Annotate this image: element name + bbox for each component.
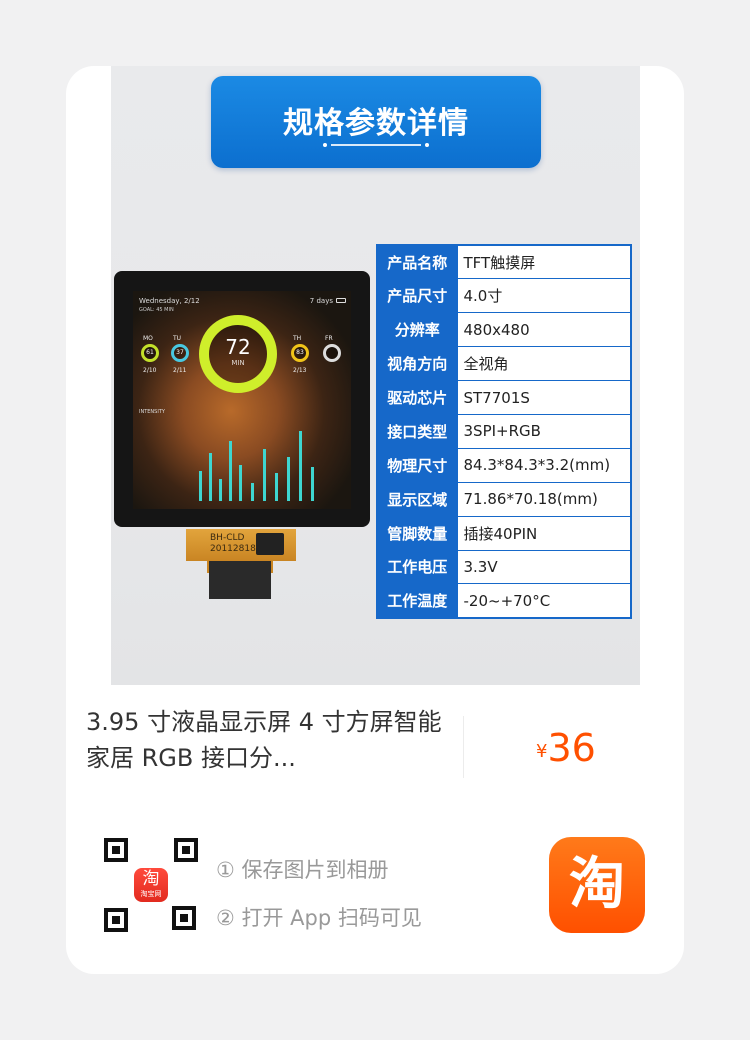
spec-table: 产品名称 TFT触摸屏 产品尺寸 4.0寸 分辨率 480x480 视角方向 全视角 驱… (376, 244, 632, 619)
spec-key: 工作温度 (376, 583, 458, 619)
screen-date: Wednesday, 2/12 (139, 297, 200, 305)
screen-intensity-label: INTENSITY (139, 409, 165, 415)
screen-goal: GOAL: 45 MIN (139, 307, 174, 313)
screen-day-date: 2/11 (173, 367, 187, 374)
fpc-chip (256, 533, 284, 555)
spec-banner: 规格参数详情 (211, 76, 541, 168)
lcd-module-photo: Wednesday, 2/12 GOAL: 45 MIN 7 days MO 6… (114, 271, 370, 527)
spec-key: 产品尺寸 (376, 278, 458, 314)
intensity-bar (229, 441, 232, 501)
screen-day-ring: 61 (141, 344, 159, 362)
fpc-label: BH-CLD 20112818 (210, 533, 256, 555)
spec-row: 工作温度 -20~+70°C (376, 583, 632, 619)
spec-value: 3.3V (456, 549, 632, 585)
screen-day-name: TH (293, 335, 302, 342)
qr-finder-mark (172, 906, 196, 930)
spec-value: 480x480 (456, 312, 632, 348)
taobao-badge-glyph: 淘 (142, 869, 160, 889)
intensity-bar (275, 473, 278, 501)
product-title[interactable]: 3.95 寸液晶显示屏 4 寸方屏智能家居 RGB 接口分... (86, 704, 456, 776)
screen-main-ring: 72 MIN (199, 315, 277, 393)
spec-key: 管脚数量 (376, 515, 458, 551)
qr-finder-mark (104, 908, 128, 932)
fpc-label-line2: 20112818 (210, 544, 256, 554)
share-step-1: ① 保存图片到相册 (216, 858, 389, 882)
banner-divider (323, 143, 429, 147)
spec-banner-title: 规格参数详情 (283, 106, 469, 141)
spec-value: 3SPI+RGB (456, 413, 632, 449)
spec-value: 4.0寸 (456, 278, 632, 314)
product-image[interactable]: 规格参数详情 Wednesday, 2/12 GOAL: 45 MIN 7 da… (111, 66, 640, 685)
qr-finder-mark (104, 838, 128, 862)
screen-main-value: 72 (225, 335, 251, 359)
intensity-bar (209, 453, 212, 501)
screen-day-date: 2/13 (293, 367, 307, 374)
intensity-bar (311, 467, 314, 501)
spec-value: ST7701S (456, 380, 632, 415)
spec-row: 分辨率 480x480 (376, 312, 632, 348)
title-price-divider (463, 716, 464, 778)
spec-key: 接口类型 (376, 413, 458, 449)
intensity-bar (239, 465, 242, 501)
price-currency: ¥ (536, 741, 548, 762)
spec-key: 显示区域 (376, 481, 458, 517)
fpc-tail (209, 561, 271, 599)
taobao-app-icon[interactable]: 淘 (549, 837, 645, 933)
spec-row: 产品名称 TFT触摸屏 (376, 244, 632, 280)
spec-row: 工作电压 3.3V (376, 549, 632, 585)
screen-day-ring: 37 (171, 344, 189, 362)
screen-day-date: 2/10 (143, 367, 157, 374)
share-steps: ① 保存图片到相册 ② 打开 App 扫码可见 (216, 846, 422, 942)
share-step-2: ② 打开 App 扫码可见 (216, 906, 422, 930)
spec-value: TFT触摸屏 (456, 244, 632, 280)
taobao-app-glyph: 淘 (569, 852, 625, 917)
taobao-badge-icon: 淘 淘宝网 (134, 868, 168, 902)
spec-row: 管脚数量 插接40PIN (376, 515, 632, 551)
price-value: 36 (547, 726, 596, 770)
spec-key: 视角方向 (376, 346, 458, 382)
intensity-bar (251, 483, 254, 501)
screen-days-label: 7 days (309, 297, 333, 305)
screen-main-unit: MIN (231, 359, 245, 367)
intensity-bars (195, 421, 325, 501)
fpc-label-line1: BH-CLD (210, 533, 245, 543)
spec-value: 84.3*84.3*3.2(mm) (456, 447, 632, 483)
battery-icon (336, 298, 346, 303)
spec-value: -20~+70°C (456, 583, 632, 619)
spec-key: 驱动芯片 (376, 380, 458, 415)
spec-value: 插接40PIN (456, 515, 632, 551)
spec-key: 物理尺寸 (376, 447, 458, 483)
spec-value: 全视角 (456, 346, 632, 382)
qr-finder-mark (174, 838, 198, 862)
intensity-bar (199, 471, 202, 501)
product-price: ¥36 (536, 726, 596, 770)
spec-row: 物理尺寸 84.3*84.3*3.2(mm) (376, 447, 632, 483)
spec-key: 产品名称 (376, 244, 458, 280)
spec-key: 工作电压 (376, 549, 458, 585)
spec-row: 显示区域 71.86*70.18(mm) (376, 481, 632, 517)
screen-day-name: TU (173, 335, 182, 342)
spec-value: 71.86*70.18(mm) (456, 481, 632, 517)
spec-row: 驱动芯片 ST7701S (376, 380, 632, 415)
screen-day-name: MO (143, 335, 153, 342)
product-share-card: 规格参数详情 Wednesday, 2/12 GOAL: 45 MIN 7 da… (66, 66, 684, 974)
intensity-bar (287, 457, 290, 501)
intensity-bar (263, 449, 266, 501)
taobao-badge-label: 淘宝网 (140, 890, 162, 898)
spec-row: 产品尺寸 4.0寸 (376, 278, 632, 314)
intensity-bar (219, 479, 222, 501)
intensity-bar (299, 431, 302, 501)
screen-day-name: FR (325, 335, 333, 342)
screen-day-ring: 83 (291, 344, 309, 362)
spec-key: 分辨率 (376, 312, 458, 348)
lcd-screen: Wednesday, 2/12 GOAL: 45 MIN 7 days MO 6… (133, 291, 351, 509)
spec-row: 视角方向 全视角 (376, 346, 632, 382)
screen-day-ring (323, 344, 341, 362)
qr-code[interactable]: 淘 淘宝网 (104, 838, 198, 932)
spec-row: 接口类型 3SPI+RGB (376, 413, 632, 449)
